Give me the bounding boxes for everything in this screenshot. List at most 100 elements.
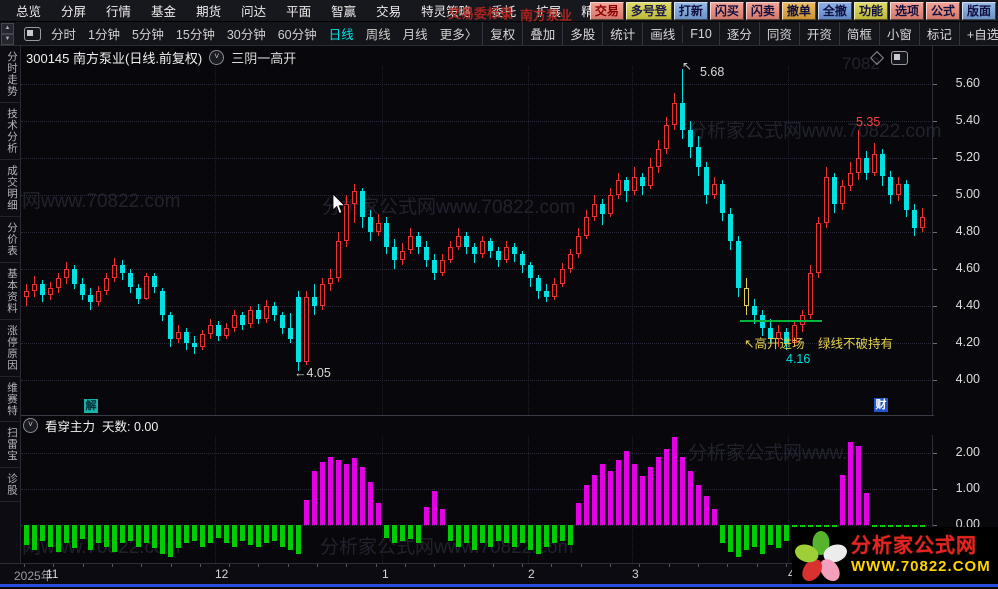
period-tab-分时[interactable]: 分时 (46, 24, 81, 43)
x-axis-tick (375, 564, 377, 567)
toolbar-action-标记[interactable]: 标记 (918, 22, 959, 45)
toolbar-action-小窗[interactable]: 小窗 (878, 22, 919, 45)
sidebar-item-基本资料[interactable]: 基本资料 (0, 263, 20, 320)
toolbar-action-同资[interactable]: 同资 (758, 22, 799, 45)
sidebar-item-维赛特[interactable]: 维赛特 (0, 377, 20, 422)
toolbar-action-画线[interactable]: 画线 (642, 22, 682, 45)
period-tab-更多〉[interactable]: 更多〉 (435, 24, 483, 43)
top-menu-bar: 总览分屏行情基金期货问达平面智赢交易特灵策略委托扩展精选 交易多号登打新闪买闪卖… (0, 0, 998, 23)
y-axis-label: 4.00 (955, 372, 980, 386)
chevron-down-icon[interactable]: ˅ (23, 418, 38, 433)
menu-item-平面[interactable]: 平面 (276, 1, 321, 20)
quick-button-多号登[interactable]: 多号登 (625, 2, 672, 20)
toolbar-action-叠加[interactable]: 叠加 (522, 22, 562, 45)
period-tab-1分钟[interactable]: 1分钟 (83, 24, 125, 43)
sidebar-item-分价表[interactable]: 分价表 (0, 217, 20, 263)
candle-body (440, 259, 445, 273)
quick-button-功能[interactable]: 功能 (853, 2, 888, 20)
chevron-down-icon[interactable]: ˅ (209, 50, 225, 65)
window-layout-icon[interactable] (24, 27, 41, 41)
toolbar-action-+自选[interactable]: +自选 (958, 22, 998, 45)
toolbar-action-多股[interactable]: 多股 (562, 22, 602, 45)
histogram-bar (64, 525, 69, 543)
menu-item-期货[interactable]: 期货 (186, 1, 231, 20)
quick-button-版面[interactable]: 版面 (961, 2, 996, 20)
histogram-bar (232, 525, 237, 547)
menu-item-基金[interactable]: 基金 (141, 1, 186, 20)
sidebar-item-成交明细[interactable]: 成交明细 (0, 160, 20, 217)
histogram-bar (496, 525, 501, 542)
diamond-marker-icon[interactable] (869, 50, 885, 66)
period-tab-日线[interactable]: 日线 (324, 24, 359, 43)
quick-button-闪买[interactable]: 闪买 (709, 2, 744, 20)
spinner-up-icon[interactable]: ▲ (1, 23, 14, 34)
toolbar-action-逐分[interactable]: 逐分 (718, 22, 759, 45)
candle-body (208, 324, 213, 334)
sidebar-item-技术分析[interactable]: 技术分析 (0, 103, 20, 160)
period-tab-60分钟[interactable]: 60分钟 (273, 24, 322, 43)
period-tab-5分钟[interactable]: 5分钟 (127, 24, 169, 43)
quick-button-闪卖[interactable]: 闪卖 (745, 2, 780, 20)
histogram-bar (376, 503, 381, 525)
candle-body (856, 158, 861, 173)
toolbar-action-开资[interactable]: 开资 (798, 22, 839, 45)
candle-body (80, 283, 85, 295)
quick-button-交易[interactable]: 交易 (589, 2, 624, 20)
candle-body (136, 287, 141, 299)
candle-body (104, 278, 109, 292)
toolbar-action-复权[interactable]: 复权 (482, 22, 522, 45)
histogram-bar (128, 525, 133, 542)
candle-body (568, 254, 573, 269)
main-indicator-name: 三阴一高开 (231, 51, 297, 66)
menu-item-分屏[interactable]: 分屏 (51, 1, 96, 20)
candle-body (576, 235, 581, 255)
x-axis-label-2: 2 (528, 567, 535, 581)
quick-button-选项[interactable]: 选项 (889, 2, 924, 20)
sidebar-item-诊股[interactable]: 诊股 (0, 468, 20, 502)
panel-toggle-icon[interactable] (891, 51, 908, 65)
sidebar-item-涨停原因[interactable]: 涨停原因 (0, 320, 20, 377)
chart-badge-财[interactable]: 财 (874, 398, 888, 412)
toolbar-action-简框[interactable]: 简框 (838, 22, 879, 45)
histogram-bar (176, 525, 181, 549)
histogram-bar (168, 525, 173, 558)
quick-button-撤单[interactable]: 撤单 (781, 2, 816, 20)
toolbar-action-统计[interactable]: 统计 (602, 22, 642, 45)
candle-body (88, 294, 93, 303)
toolbar-action-F10[interactable]: F10 (682, 24, 719, 43)
h-gridline (21, 306, 931, 307)
candle-body (24, 291, 29, 297)
period-tab-30分钟[interactable]: 30分钟 (222, 24, 271, 43)
sidebar-item-分时走势[interactable]: 分时走势 (0, 46, 20, 103)
menu-item-智赢[interactable]: 智赢 (321, 1, 366, 20)
histogram-bar (696, 485, 701, 525)
sidebar-item-扫雷宝[interactable]: 扫雷宝 (0, 422, 20, 468)
spinner-down-icon[interactable]: ▼ (1, 34, 14, 45)
quick-button-打新[interactable]: 打新 (673, 2, 708, 20)
histogram-bar (120, 525, 125, 543)
menu-item-交易[interactable]: 交易 (366, 1, 411, 20)
menu-item-总览[interactable]: 总览 (6, 1, 51, 20)
scroll-spinner[interactable]: ▲ ▼ (1, 23, 14, 45)
menu-item-问达[interactable]: 问达 (231, 1, 276, 20)
histogram-bar (760, 525, 765, 554)
menu-item-行情[interactable]: 行情 (96, 1, 141, 20)
histogram-bar (512, 525, 517, 547)
histogram-bar (368, 481, 373, 525)
quick-button-全撤[interactable]: 全撤 (817, 2, 852, 20)
x-axis-tick (551, 564, 553, 567)
period-tabs: 分时 1分钟 5分钟 15分钟 30分钟 60分钟 日线 周线 月线 更多〉 (0, 24, 482, 43)
x-axis-tick (404, 564, 406, 567)
period-tab-周线[interactable]: 周线 (361, 24, 396, 43)
period-tab-15分钟[interactable]: 15分钟 (171, 24, 220, 43)
chart-badge-解[interactable]: 解 (84, 399, 98, 413)
candle-body (56, 278, 61, 288)
window-frame-bottom (0, 584, 998, 587)
histogram-bar (864, 492, 869, 525)
quick-button-公式[interactable]: 公式 (925, 2, 960, 20)
candle-body (648, 167, 653, 186)
candle-body (696, 146, 701, 168)
period-tab-月线[interactable]: 月线 (398, 24, 433, 43)
x-axis-tick (727, 564, 729, 567)
histogram-bar (736, 525, 741, 558)
